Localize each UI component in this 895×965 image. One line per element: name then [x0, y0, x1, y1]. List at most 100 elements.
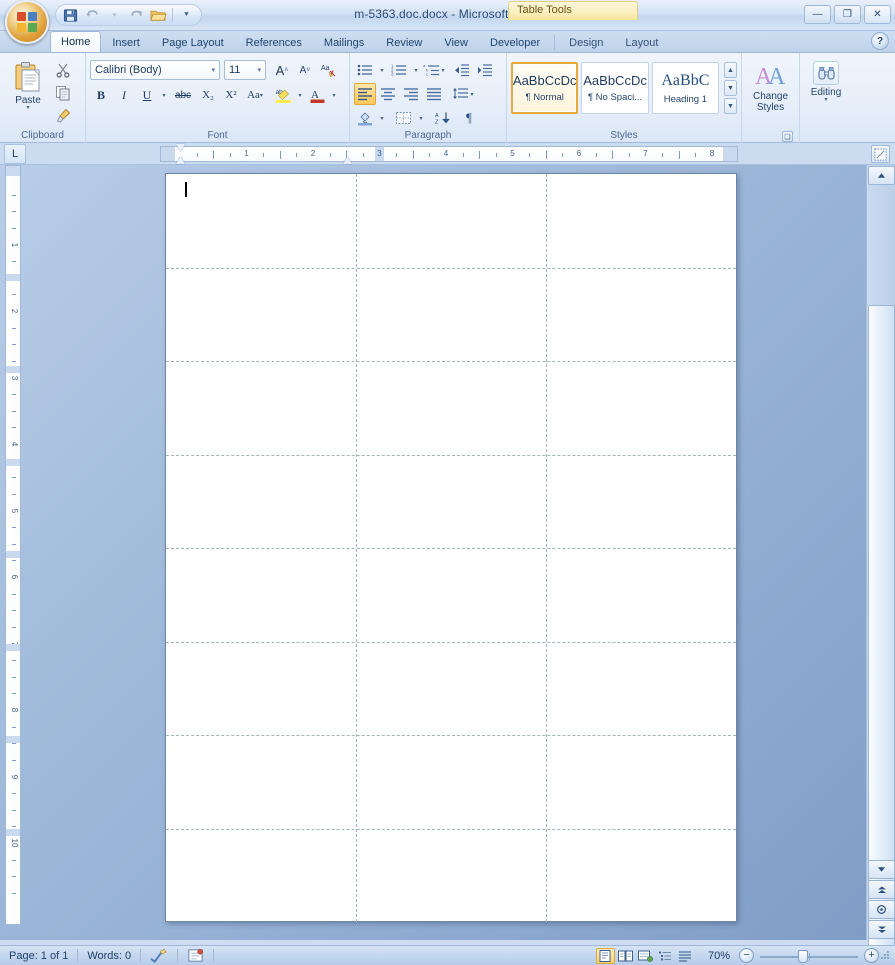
styles-more[interactable]: ▼ [724, 98, 738, 114]
font-name-arrow[interactable]: ▾ [209, 66, 217, 74]
word-count-status[interactable]: Words: 0 [78, 947, 140, 965]
office-button[interactable] [5, 0, 49, 44]
style-normal[interactable]: AaBbCcDc ¶ Normal [511, 62, 579, 114]
decrease-indent-button[interactable] [451, 59, 473, 81]
paste-button[interactable]: Paste ▾ [4, 56, 52, 129]
bold-button[interactable]: B [90, 84, 112, 106]
restore-button[interactable]: ❐ [834, 5, 861, 24]
tab-layout[interactable]: Layout [614, 32, 669, 52]
view-outline[interactable] [656, 948, 675, 964]
tab-mailings[interactable]: Mailings [313, 32, 375, 52]
page-number-status[interactable]: Page: 1 of 1 [0, 947, 77, 965]
show-formatting-marks-button[interactable]: ¶ [458, 107, 480, 129]
chevron-down-icon [877, 867, 886, 872]
vertical-ruler[interactable]: 12345678910 [5, 165, 21, 925]
cut-button[interactable] [52, 59, 74, 81]
zoom-slider[interactable] [754, 948, 864, 964]
tab-design[interactable]: Design [558, 32, 614, 52]
tab-home[interactable]: Home [50, 31, 102, 52]
editing-dropdown-arrow[interactable]: ▾ [824, 97, 827, 103]
strikethrough-button[interactable]: abc [170, 84, 196, 106]
highlight-button[interactable]: ab [272, 84, 294, 106]
language-status-button[interactable] [178, 947, 213, 965]
font-color-button[interactable]: A [306, 84, 328, 106]
view-full-screen-reading[interactable] [616, 948, 635, 964]
first-line-indent-marker[interactable] [176, 144, 185, 152]
next-page-button[interactable] [868, 920, 895, 939]
tab-review[interactable]: Review [375, 32, 433, 52]
bullets-dropdown[interactable]: ▾ [377, 59, 387, 81]
styles-scroll-down[interactable]: ▼ [724, 80, 738, 96]
bullets-button[interactable] [354, 59, 376, 81]
borders-button[interactable] [391, 107, 415, 129]
shrink-font-button[interactable]: A ˅ [294, 59, 316, 81]
font-color-dropdown[interactable]: ▾ [329, 84, 339, 106]
previous-page-button[interactable] [868, 880, 895, 899]
paste-dropdown-arrow[interactable]: ▾ [26, 105, 29, 111]
numbering-dropdown[interactable]: ▾ [411, 59, 421, 81]
style-no-spacing[interactable]: AaBbCcDc ¶ No Spaci... [581, 62, 649, 114]
change-case-button[interactable]: Aa ▾ [243, 84, 267, 106]
font-size-arrow[interactable]: ▾ [255, 66, 263, 74]
document-page[interactable] [165, 173, 737, 922]
justify-button[interactable] [423, 83, 445, 105]
style-heading1[interactable]: AaBbC Heading 1 [651, 62, 720, 114]
view-web-layout[interactable] [636, 948, 655, 964]
format-painter-button[interactable] [52, 105, 74, 127]
shading-dropdown[interactable]: ▾ [377, 107, 387, 129]
document-table[interactable] [166, 174, 736, 922]
increase-indent-button[interactable] [474, 59, 496, 81]
vruler-tick [12, 477, 16, 479]
right-indent-marker[interactable] [342, 156, 352, 164]
tab-developer[interactable]: Developer [479, 32, 551, 52]
horizontal-ruler[interactable]: 1 2 3 4 5 6 7 8 [160, 144, 738, 164]
shading-button[interactable] [354, 107, 376, 129]
italic-button[interactable]: I [113, 84, 135, 106]
close-button[interactable]: ✕ [864, 5, 891, 24]
align-center-button[interactable] [377, 83, 399, 105]
hanging-indent-marker[interactable] [176, 156, 185, 164]
minimize-button[interactable]: — [804, 5, 831, 24]
help-icon[interactable]: ? [871, 32, 889, 50]
underline-dropdown[interactable]: ▾ [159, 84, 169, 106]
highlight-dropdown[interactable]: ▾ [295, 84, 305, 106]
resize-grip[interactable] [879, 949, 892, 962]
tab-stop-selector[interactable]: L [4, 143, 26, 164]
tab-page-layout[interactable]: Page Layout [151, 32, 235, 52]
proofing-status-button[interactable] [141, 947, 177, 965]
scroll-down-button[interactable] [868, 860, 895, 879]
styles-scroll-up[interactable]: ▲ [724, 62, 738, 78]
borders-dropdown[interactable]: ▾ [416, 107, 426, 129]
tab-references[interactable]: References [235, 32, 313, 52]
clear-formatting-button[interactable]: Aa [317, 59, 341, 81]
zoom-level-label[interactable]: 70% [699, 947, 739, 965]
view-print-layout[interactable] [595, 947, 615, 964]
change-styles-button[interactable]: A A Change Styles [746, 56, 795, 129]
styles-dialog-launcher[interactable]: ❑ [782, 131, 793, 142]
scroll-up-button[interactable] [867, 166, 895, 185]
tab-view[interactable]: View [433, 32, 479, 52]
select-browse-object-button[interactable] [868, 900, 895, 919]
sort-button[interactable]: A Z [430, 107, 454, 129]
copy-button[interactable] [52, 82, 74, 104]
editing-button[interactable]: Editing ▾ [804, 56, 848, 129]
vruler-tick [12, 593, 16, 595]
underline-button[interactable]: U [136, 84, 158, 106]
font-name-combo[interactable]: Calibri (Body) ▾ [90, 60, 220, 80]
view-ruler-button[interactable] [871, 145, 890, 163]
tab-insert[interactable]: Insert [101, 32, 151, 52]
line-spacing-button[interactable]: ▾ [450, 83, 476, 105]
zoom-in-button[interactable]: + [864, 948, 879, 963]
vertical-scrollbar[interactable] [866, 165, 895, 965]
zoom-thumb[interactable] [798, 949, 808, 963]
grow-font-button[interactable]: A ˄ [271, 59, 293, 81]
font-size-combo[interactable]: 11 ▾ [224, 60, 266, 80]
subscript-button[interactable]: X₂ [197, 84, 219, 106]
superscript-button[interactable]: X² [220, 84, 242, 106]
numbering-button[interactable]: 123 [388, 59, 410, 81]
zoom-out-button[interactable]: − [739, 948, 754, 963]
align-right-button[interactable] [400, 83, 422, 105]
multilevel-list-button[interactable]: abc ▾ [422, 59, 446, 81]
view-draft[interactable] [676, 948, 695, 964]
align-left-button[interactable] [354, 83, 376, 105]
